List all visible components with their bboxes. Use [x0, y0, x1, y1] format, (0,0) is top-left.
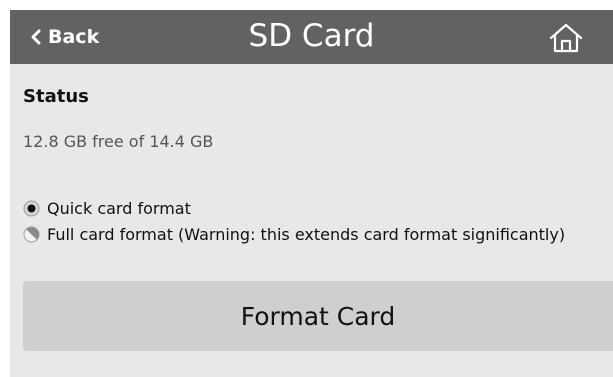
status-heading: Status — [23, 86, 89, 107]
page-title: SD Card — [248, 18, 375, 54]
sd-card-screen: Back SD Card Status 12.8 GB free of 14.4… — [10, 10, 613, 377]
radio-selected-icon[interactable] — [23, 200, 40, 217]
quick-format-option[interactable]: Quick card format — [23, 197, 191, 219]
full-format-option[interactable]: Full card format (Warning: this extends … — [23, 223, 565, 245]
format-card-label: Format Card — [240, 301, 396, 331]
chevron-left-icon — [31, 29, 41, 45]
radio-unselected-icon[interactable] — [23, 226, 40, 243]
home-icon[interactable] — [548, 22, 584, 54]
back-button[interactable]: Back — [30, 23, 99, 51]
header-bar: Back SD Card — [10, 10, 613, 64]
back-button-label: Back — [48, 26, 100, 48]
storage-info: 12.8 GB free of 14.4 GB — [23, 132, 214, 151]
quick-format-label: Quick card format — [47, 198, 191, 218]
full-format-label: Full card format (Warning: this extends … — [47, 224, 566, 244]
format-card-button[interactable]: Format Card — [23, 281, 613, 351]
